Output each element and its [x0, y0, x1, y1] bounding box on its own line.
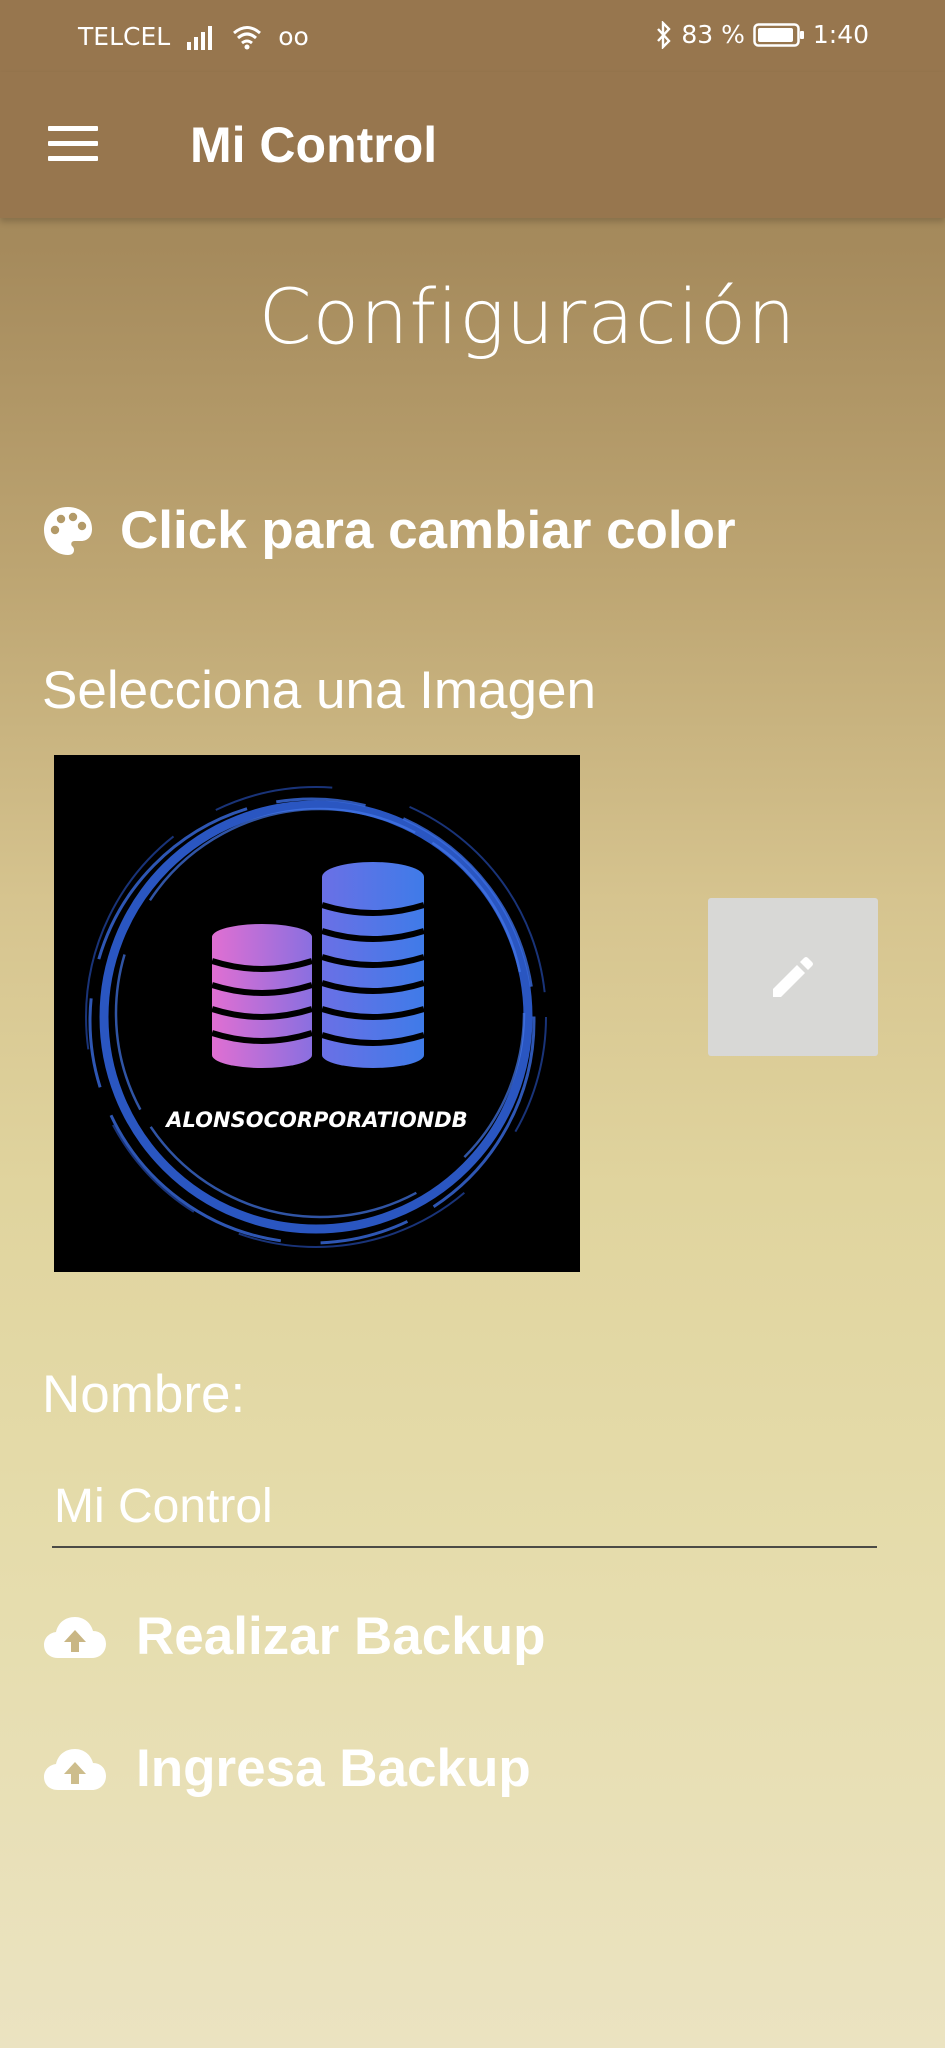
menu-icon — [48, 126, 98, 131]
change-color-button[interactable]: Click para cambiar color — [42, 500, 736, 561]
import-backup-button[interactable]: Ingresa Backup — [42, 1738, 531, 1799]
battery-icon — [753, 22, 804, 47]
database-logo: ALONSOCORPORATIONDB — [85, 786, 547, 1248]
create-backup-label: Realizar Backup — [136, 1607, 546, 1666]
edit-image-button[interactable] — [708, 898, 878, 1056]
name-input[interactable] — [52, 1470, 877, 1548]
clock: 1:40 — [812, 20, 869, 49]
app-title: Mi Control — [190, 117, 438, 173]
app-bar: Mi Control — [0, 72, 945, 218]
carrier-label: TELCEL — [78, 22, 171, 51]
selected-image[interactable]: ALONSOCORPORATIONDB — [54, 755, 580, 1272]
battery-percent: 83 % — [681, 20, 745, 49]
bluetooth-icon — [657, 20, 672, 49]
create-backup-button[interactable]: Realizar Backup — [42, 1606, 545, 1667]
palette-icon — [44, 506, 92, 555]
name-label: Nombre: — [42, 1365, 246, 1424]
cloud-upload-icon — [44, 1748, 106, 1790]
wifi-icon — [233, 25, 262, 49]
cloud-upload-icon — [44, 1616, 106, 1658]
status-bar: TELCEL oo 83 % 1:40 — [0, 0, 945, 72]
edit-pencil-icon — [773, 957, 813, 997]
image-heading: Selecciona una Imagen — [42, 661, 596, 720]
voicemail-icon: oo — [278, 22, 309, 51]
page-title: Configuración — [258, 272, 797, 361]
menu-button[interactable] — [40, 114, 100, 174]
change-color-label: Click para cambiar color — [120, 501, 736, 560]
signal-icon — [187, 25, 213, 50]
logo-text: ALONSOCORPORATIONDB — [164, 1108, 467, 1132]
import-backup-label: Ingresa Backup — [136, 1739, 531, 1798]
